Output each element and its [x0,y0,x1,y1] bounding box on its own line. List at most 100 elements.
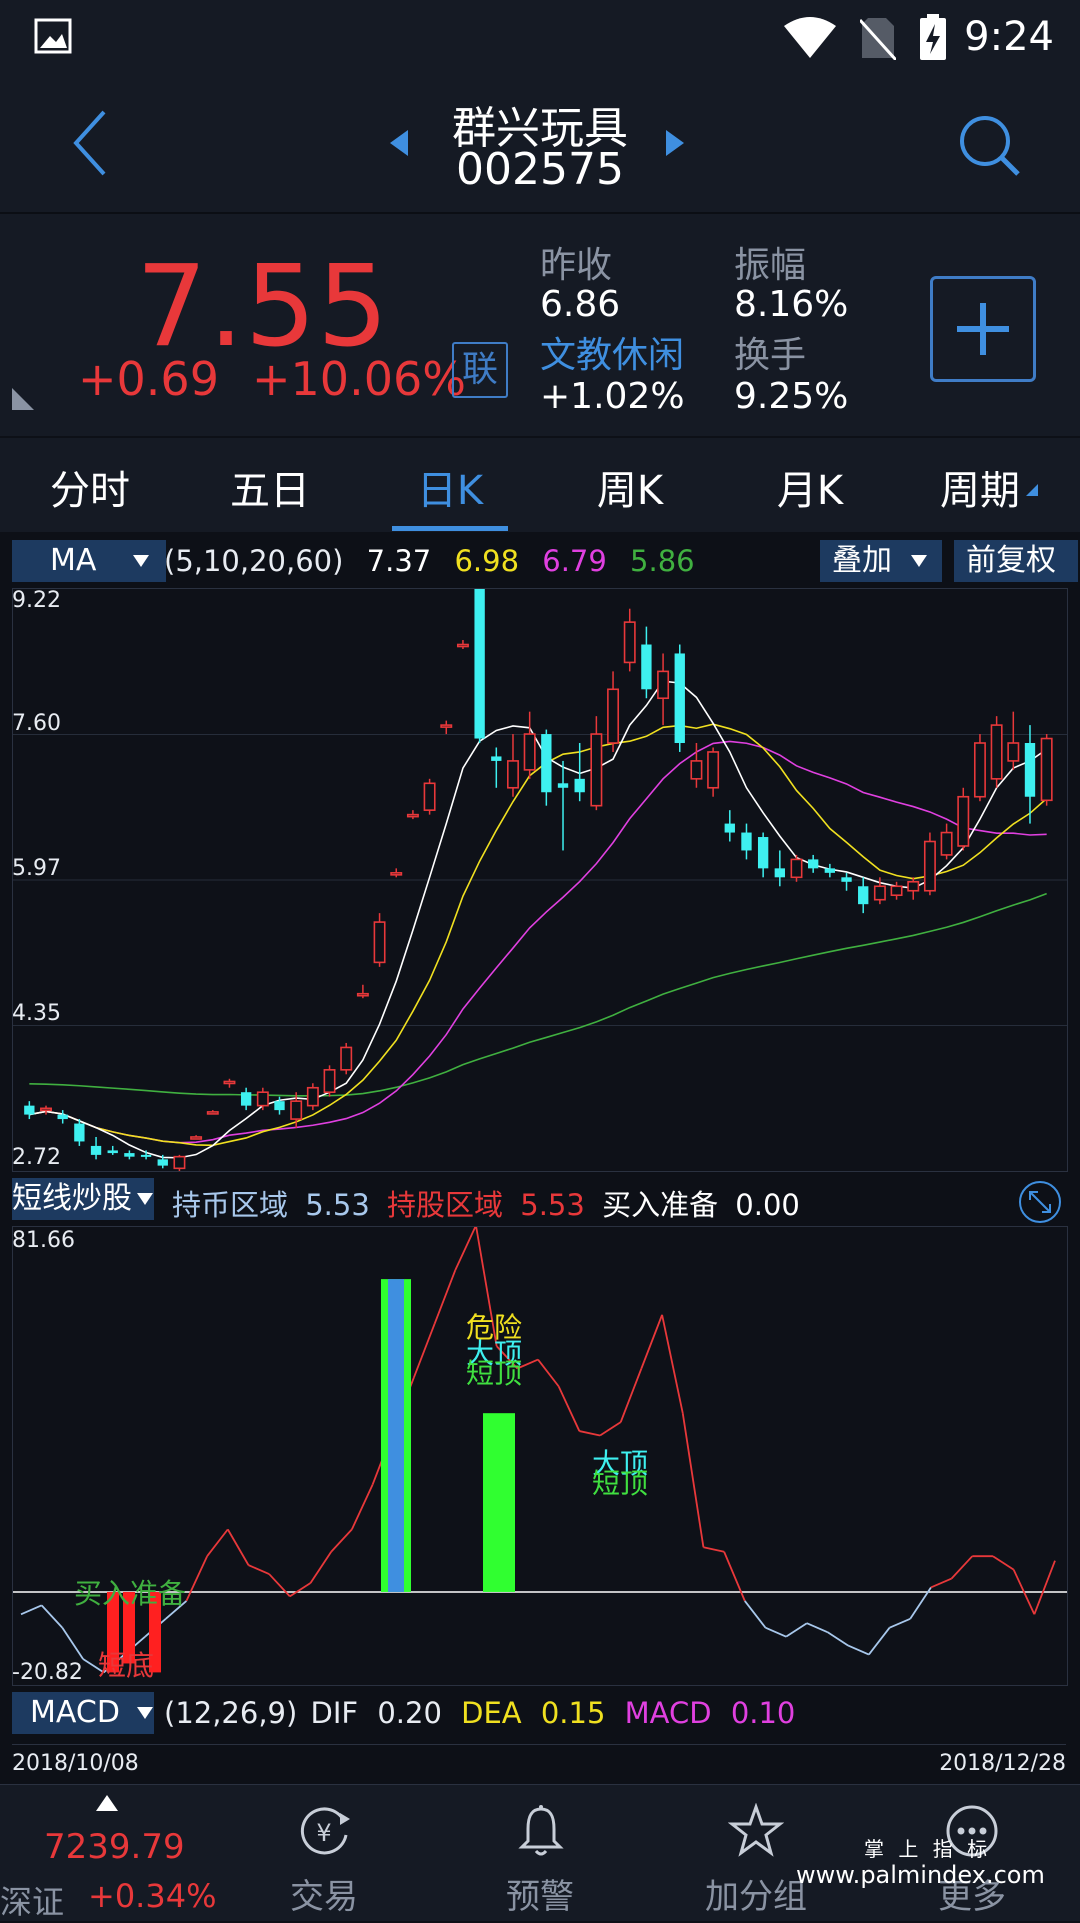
indicator-line-segment [950,1555,973,1580]
indicator-line-segment [744,1600,767,1629]
indicator-axis-max: 81.66 [12,1228,75,1253]
indicator-line-segment [413,1323,436,1378]
candle-body [306,1086,319,1107]
tab-five-day[interactable]: 五日 [210,458,330,516]
indicator-line-segment [351,1484,374,1530]
indicator-line-segment [268,1573,291,1598]
candle-body [623,621,636,664]
indicator-line-segment [289,1582,312,1598]
buy-ready-label: 买入准备 [602,1188,719,1222]
candle-body [1007,742,1020,762]
indicator-line-segment [206,1528,229,1557]
candle-body [707,751,720,789]
macd-values: (12,26,9) DIF 0.20 DEA 0.15 MACD 0.10 [164,1696,795,1730]
indicator-panel[interactable] [12,1225,1068,1686]
nav-group[interactable]: 加分组 [648,1785,864,1921]
ma5-value: 7.37 [366,544,432,578]
lian-button[interactable]: 联 [452,342,508,398]
candle-body [523,733,536,771]
indicator-line-segment [889,1617,911,1629]
candle-body [574,778,585,793]
indicator-line-segment [330,1528,353,1553]
ma10-line [29,723,1048,1147]
candle-body [741,832,752,851]
nav-alert[interactable]: 预警 [432,1785,648,1921]
dea-value: 0.15 [540,1696,606,1730]
nav-trade-label: 交易 [290,1877,358,1917]
candle-body [390,872,403,876]
tab-weekly-k[interactable]: 周K [570,458,690,516]
start-date: 2018/10/08 [12,1751,139,1776]
candle-body [274,1101,285,1111]
candle-body [907,880,920,892]
tab-period[interactable]: 周期 [920,458,1040,516]
image-icon [34,18,72,54]
candle-body [124,1153,135,1157]
candle-body [690,760,703,780]
no-sim-icon [860,18,896,60]
tab-daily-k[interactable]: 日K [390,458,510,516]
candle-body [90,1145,102,1155]
indicator-line-segment [619,1368,643,1423]
candle-body [223,1080,236,1085]
candle-body [240,1092,252,1106]
indicator-line-segment [41,1604,64,1629]
candle-body [323,1069,336,1094]
macd-selector[interactable]: MACD [12,1692,154,1734]
short-top-tag-2: 短顶 [592,1467,649,1500]
candle-body [423,782,436,811]
nav-trade[interactable]: ¥ 交易 [216,1785,432,1921]
indicator-line-segment [557,1385,581,1432]
end-date: 2018/12/28 [939,1751,1066,1776]
macd-label: MACD [624,1696,712,1730]
add-watchlist-button[interactable] [930,276,1036,382]
candle-body [657,670,670,700]
amplitude-value: 8.16% [734,284,849,325]
sector-label[interactable]: 文教休闲 [540,326,684,378]
candle-body [724,823,735,833]
turnover-label: 换手 [734,335,807,376]
ma-selector[interactable]: MA [12,540,166,582]
candle-body [757,837,769,869]
candle-body [808,859,819,869]
indicator-line-segment [185,1555,208,1602]
index-name: 深证 [0,1883,65,1921]
active-tab-indicator [392,526,508,531]
indicator-line-segment [681,1413,705,1548]
dif-value: 0.20 [377,1696,442,1730]
candle-body [74,1123,85,1142]
adjust-button[interactable]: 前复权 [954,540,1078,582]
chevron-down-icon [133,555,149,567]
indicator-line-segment [785,1622,808,1638]
expand-icon[interactable] [1018,1180,1062,1224]
candle-body [940,831,953,856]
chevron-down-icon [137,1193,153,1205]
index-ticker[interactable]: 7239.79 深证 +0.34% [0,1785,216,1921]
candle-body [674,653,685,744]
buy-ready-value: 0.00 [735,1188,800,1222]
indicator-chart [13,1225,1067,1674]
candle-body [507,760,519,789]
candle-body [157,1159,168,1166]
overlay-button[interactable]: 叠加 [820,540,942,582]
tab-intraday[interactable]: 分时 [30,458,150,516]
bell-icon [518,1805,564,1856]
price-change-pct: +10.06% [252,352,466,406]
candle-body [440,724,453,728]
indicator-line-segment [806,1622,828,1634]
tab-monthly-k[interactable]: 月K [750,458,870,516]
search-icon[interactable] [958,114,1022,178]
plus-icon [957,303,1009,355]
macd-selector-label: MACD [30,1695,120,1730]
indicator-values: 持币区域 5.53 持股区域 5.53 买入准备 0.00 [172,1182,800,1224]
indicator-line-segment [227,1528,250,1566]
candle-body [957,795,970,847]
kline-chart [13,589,1067,1171]
indicator-line-segment [703,1546,725,1553]
indicator-line-segment [640,1314,663,1369]
candle-body [973,742,986,798]
candle-body [491,756,502,761]
indicator-selector[interactable]: 短线炒股 [12,1178,154,1220]
date-range: 2018/10/08 2018/12/28 [12,1744,1066,1779]
kline-panel[interactable] [12,588,1068,1172]
